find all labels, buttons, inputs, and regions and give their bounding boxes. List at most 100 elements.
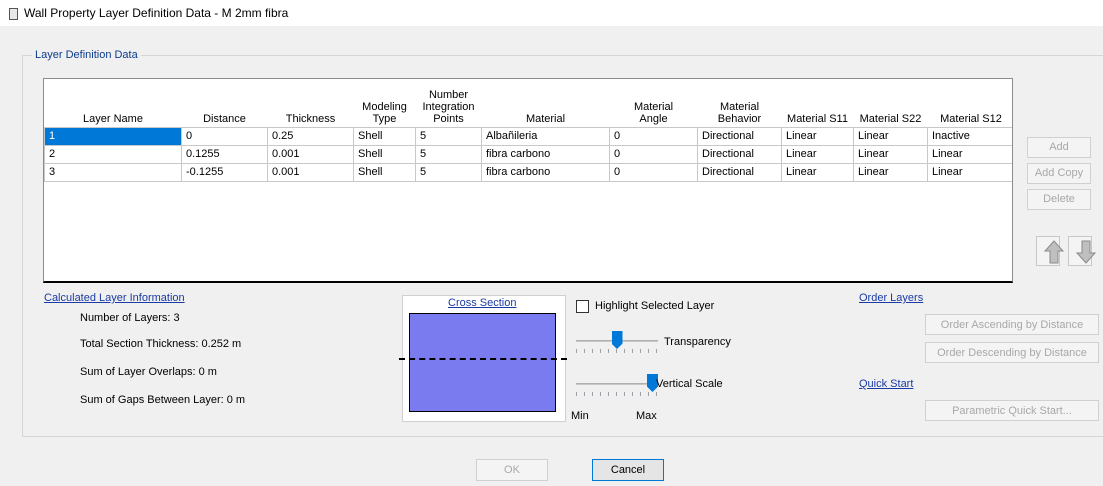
table-cell[interactable]: Linear: [853, 162, 928, 182]
number-of-layers: Number of Layers: 3: [80, 312, 180, 324]
highlight-selected-layer-label: Highlight Selected Layer: [595, 300, 715, 312]
arrow-up-icon: [1043, 240, 1065, 264]
column-header-text: Material S11: [787, 112, 848, 125]
add-copy-button[interactable]: Add Copy: [1027, 163, 1091, 184]
cancel-button[interactable]: Cancel: [592, 459, 664, 481]
transparency-label: Transparency: [664, 336, 731, 348]
table-cell[interactable]: fibra carbono: [481, 144, 610, 164]
table-cell[interactable]: 0: [609, 144, 698, 164]
table-cell[interactable]: -0.1255: [181, 162, 268, 182]
column-header-text: Material S22: [859, 112, 922, 125]
cross-section-shape: [409, 313, 556, 412]
table-cell[interactable]: Linear: [781, 126, 854, 146]
table-cell[interactable]: 0.001: [267, 144, 354, 164]
column-header-text: Thickness: [285, 112, 336, 125]
column-header-text: Angle: [639, 112, 668, 125]
table-cell[interactable]: 3: [44, 162, 182, 182]
column-header: Material Behavior: [697, 79, 782, 128]
ok-button[interactable]: OK: [476, 459, 548, 481]
table-cell[interactable]: 5: [415, 144, 482, 164]
max-label: Max: [636, 410, 657, 422]
column-header-text: Points: [433, 112, 464, 125]
cross-section-axis-line: [399, 358, 567, 360]
column-header: Material Angle: [609, 79, 698, 128]
table-row[interactable]: 1 0 0.25 Shell 5 Albañileria 0 Directional Linea…: [44, 126, 1012, 146]
quick-start-title: Quick Start: [859, 378, 914, 390]
sum-gaps-between-layer: Sum of Gaps Between Layer: 0 m: [80, 394, 246, 406]
column-header: Number Integration Points: [415, 79, 482, 128]
table-cell[interactable]: 5: [415, 162, 482, 182]
vertical-scale-slider-track[interactable]: [576, 383, 658, 385]
table-cell[interactable]: 0.1255: [181, 144, 268, 164]
table-cell[interactable]: 0: [609, 162, 698, 182]
table-cell[interactable]: 1: [44, 126, 182, 146]
move-up-button[interactable]: [1036, 236, 1065, 266]
column-header: Modeling Type: [353, 79, 416, 128]
order-layers-title: Order Layers: [859, 292, 924, 304]
column-header-text: Distance: [203, 112, 246, 125]
table-cell[interactable]: Linear: [853, 126, 928, 146]
window-title: Wall Property Layer Definition Data - M …: [24, 6, 289, 20]
column-header-text: Behavior: [717, 112, 762, 125]
transparency-slider-ticks: [576, 349, 658, 353]
table-cell[interactable]: Directional: [697, 126, 782, 146]
table-row[interactable]: 3 -0.1255 0.001 Shell 5 fibra carbono 0 Directi…: [44, 162, 1012, 182]
move-down-button[interactable]: [1068, 236, 1097, 266]
vertical-scale-slider-ticks: [576, 392, 658, 396]
grid-body: 1 0 0.25 Shell 5 Albañileria 0 Directional Linea…: [44, 126, 1012, 182]
table-cell[interactable]: Linear: [853, 144, 928, 164]
column-header: Distance: [181, 79, 268, 128]
parametric-quick-start-button[interactable]: Parametric Quick Start...: [925, 400, 1099, 421]
table-cell[interactable]: Albañileria: [481, 126, 610, 146]
arrow-down-icon: [1075, 240, 1097, 264]
table-cell[interactable]: Directional: [697, 144, 782, 164]
layer-table: Layer Name Distance Thickness Modeling Type N…: [44, 79, 1012, 182]
vertical-scale-label: Vertical Scale: [656, 378, 723, 390]
table-cell[interactable]: Shell: [353, 144, 416, 164]
table-cell[interactable]: Inactive: [927, 126, 1012, 146]
table-cell[interactable]: 0: [609, 126, 698, 146]
app-icon: [8, 7, 18, 20]
column-header: Thickness: [267, 79, 354, 128]
layer-grid[interactable]: Layer Name Distance Thickness Modeling Type N…: [43, 78, 1013, 283]
column-header-text: Layer Name: [83, 112, 143, 125]
table-cell[interactable]: 0: [181, 126, 268, 146]
table-cell[interactable]: fibra carbono: [481, 162, 610, 182]
cross-section-label: Cross Section: [448, 297, 517, 309]
column-header-text: Material: [719, 100, 760, 113]
table-cell[interactable]: 5: [415, 126, 482, 146]
table-cell[interactable]: 0.25: [267, 126, 354, 146]
column-header-text: Material: [633, 100, 674, 113]
delete-button[interactable]: Delete: [1027, 189, 1091, 210]
table-cell[interactable]: Linear: [781, 144, 854, 164]
title-bar: Wall Property Layer Definition Data - M …: [0, 0, 1103, 26]
column-header-text: Type: [372, 112, 397, 125]
column-header: Material S11: [781, 79, 854, 128]
table-cell[interactable]: Linear: [927, 144, 1012, 164]
calculated-layer-info-title: Calculated Layer Information: [44, 292, 185, 304]
column-header: Material S12: [927, 79, 1012, 128]
min-label: Min: [571, 410, 589, 422]
table-cell[interactable]: Linear: [927, 162, 1012, 182]
order-ascending-button[interactable]: Order Ascending by Distance: [925, 314, 1099, 335]
highlight-selected-layer-checkbox[interactable]: [576, 300, 589, 313]
table-cell[interactable]: Directional: [697, 162, 782, 182]
sum-layer-overlaps: Sum of Layer Overlaps: 0 m: [80, 366, 217, 378]
column-header: Material: [481, 79, 610, 128]
column-header: Material S22: [853, 79, 928, 128]
column-header-text: Modeling: [362, 100, 407, 113]
table-cell[interactable]: Shell: [353, 162, 416, 182]
order-descending-button[interactable]: Order Descending by Distance: [925, 342, 1099, 363]
column-header-text: Material: [525, 112, 566, 125]
table-cell[interactable]: Shell: [353, 126, 416, 146]
column-header-text: Material S12: [940, 112, 1002, 125]
add-button[interactable]: Add: [1027, 137, 1091, 158]
table-cell[interactable]: 2: [44, 144, 182, 164]
column-header: Layer Name: [44, 79, 182, 128]
column-header-text: Integration: [422, 100, 475, 113]
column-header-text: Number: [428, 88, 469, 101]
grid-header-row: Layer Name Distance Thickness Modeling Type N…: [44, 79, 1012, 128]
table-cell[interactable]: Linear: [781, 162, 854, 182]
table-row[interactable]: 2 0.1255 0.001 Shell 5 fibra carbono 0 Directio…: [44, 144, 1012, 164]
table-cell[interactable]: 0.001: [267, 162, 354, 182]
